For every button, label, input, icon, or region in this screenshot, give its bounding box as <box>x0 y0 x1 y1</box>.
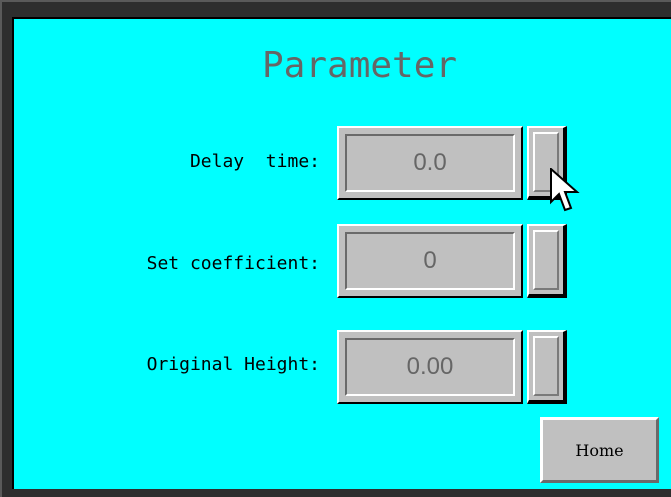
original-height-adjust-face <box>533 336 559 396</box>
delay-time-value: 0.0 <box>413 149 447 176</box>
original-height-value: 0.00 <box>406 353 454 380</box>
delay-time-field-inset: 0.0 <box>345 134 515 192</box>
set-coefficient-label: Set coefficient: <box>146 253 320 274</box>
set-coefficient-adjust-button[interactable] <box>527 224 567 298</box>
set-coefficient-adjust-face <box>533 230 559 290</box>
set-coefficient-field-inset: 0 <box>345 232 515 290</box>
page-title: Parameter <box>262 45 458 86</box>
set-coefficient-value: 0 <box>423 247 437 274</box>
arrow-cursor-icon <box>550 168 580 212</box>
set-coefficient-field[interactable]: 0 <box>337 224 523 298</box>
original-height-field[interactable]: 0.00 <box>337 330 523 404</box>
original-height-field-inset: 0.00 <box>345 338 515 396</box>
original-height-label: Original Height: <box>146 354 320 375</box>
delay-time-label: Delay time: <box>189 151 320 172</box>
delay-time-field[interactable]: 0.0 <box>337 126 523 200</box>
original-height-adjust-button[interactable] <box>527 330 567 404</box>
home-button[interactable]: Home <box>540 417 659 483</box>
